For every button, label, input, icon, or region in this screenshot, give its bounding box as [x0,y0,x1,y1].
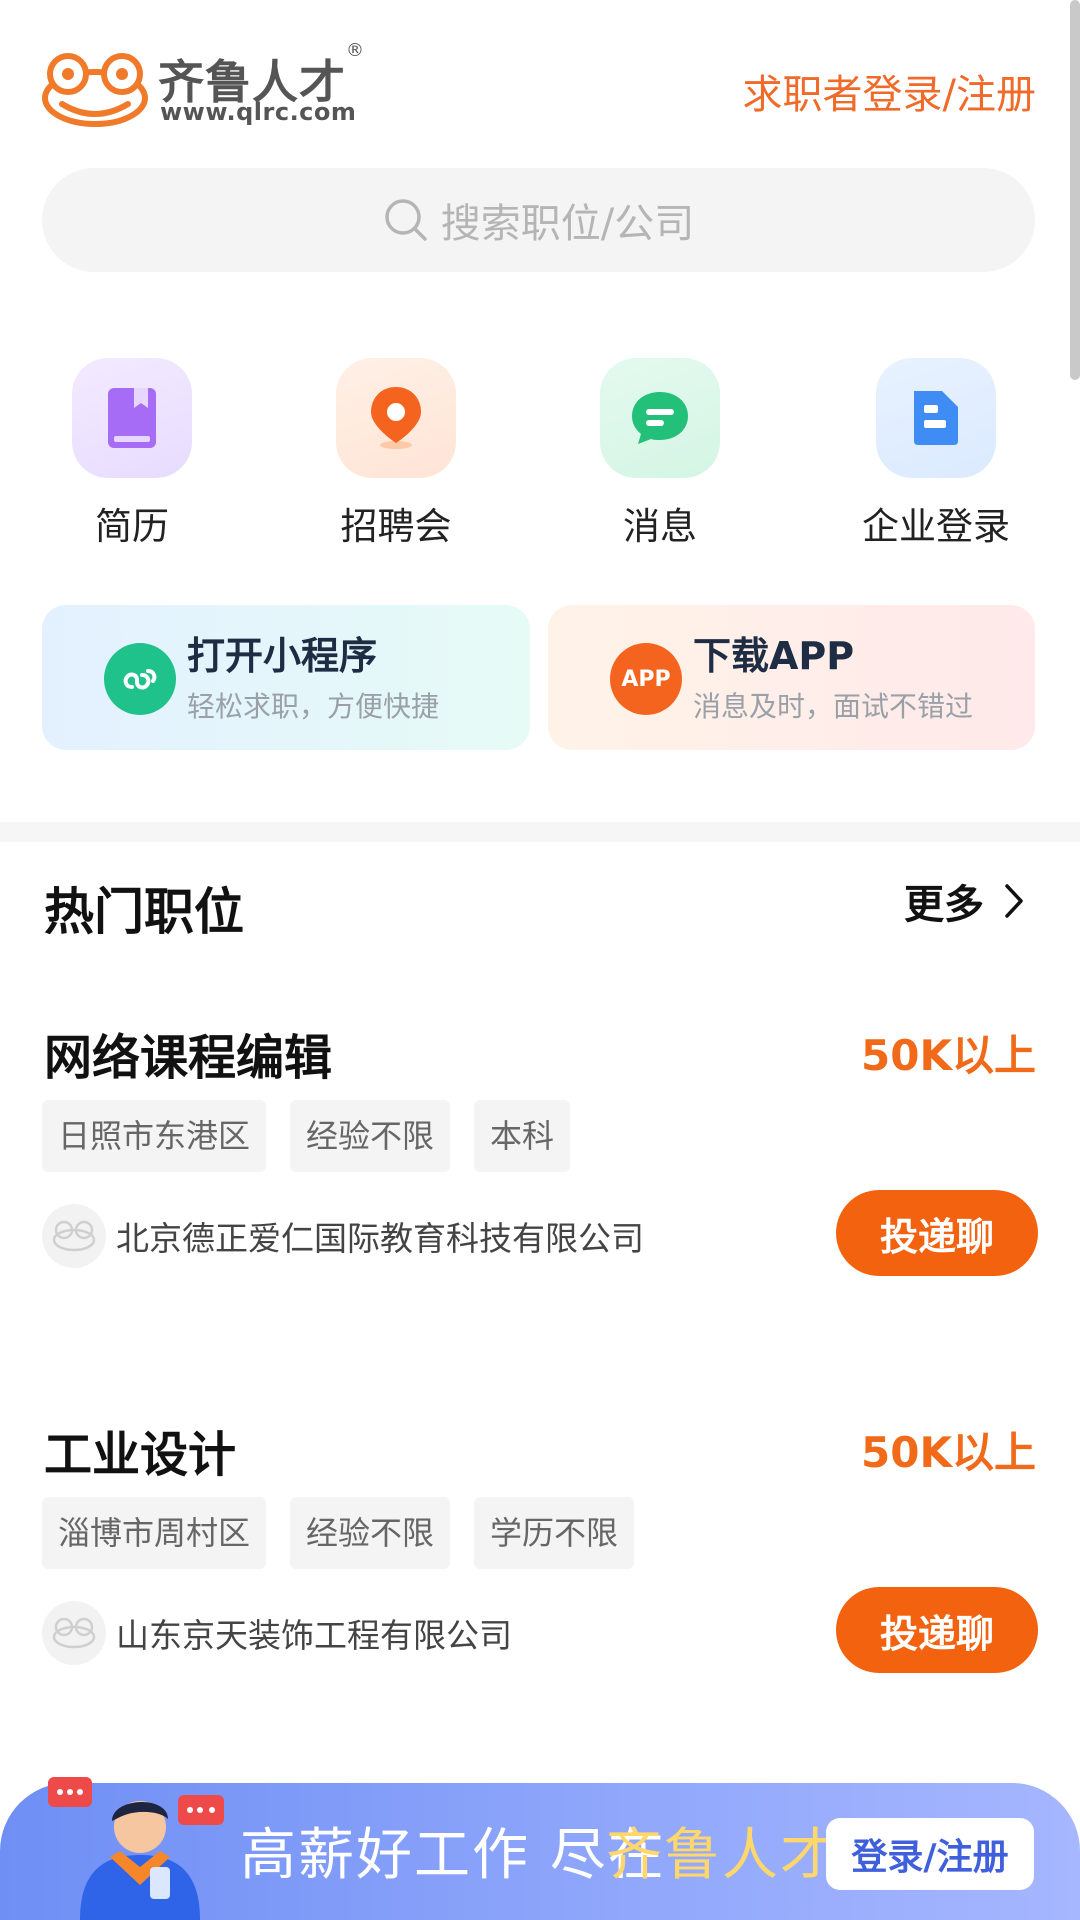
job-salary: 50K以上 [861,1428,1036,1477]
mini-program-title: 打开小程序 [187,634,378,678]
frog-placeholder-icon [52,1617,96,1649]
app-badge-text: APP [621,666,671,692]
company-name: 北京德正爱仁国际教育科技有限公司 [116,1219,644,1258]
download-app-subtitle: 消息及时，面试不错过 [693,690,974,723]
mini-program-subtitle: 轻松求职，方便快捷 [187,690,440,723]
quick-link-job-fair[interactable]: 招聘会 [296,358,496,550]
experience-tag: 经验不限 [290,1497,451,1569]
education-tag: 学历不限 [474,1497,635,1569]
search-input[interactable]: 搜索职位/公司 [42,168,1035,272]
banner-brand: 齐鲁人才 [606,1823,838,1888]
company-avatar [42,1204,106,1268]
resume-book-icon [108,388,156,448]
education-tag: 本科 [474,1100,571,1172]
quick-link-label: 企业登录 [862,505,1010,548]
download-app-card[interactable]: APP 下载APP 消息及时，面试不错过 [548,605,1035,750]
section-divider [0,822,1080,842]
frog-logo-icon [42,53,148,127]
job-tags: 日照市东港区 经验不限 本科 [42,1100,594,1172]
quick-link-messages[interactable]: 消息 [560,358,760,550]
person-with-phone-illustration [48,1777,224,1920]
open-mini-program-card[interactable]: 打开小程序 轻松求职，方便快捷 [42,605,530,750]
job-card[interactable]: 网络课程编辑 50K以上 日照市东港区 经验不限 本科 北京德正爱仁国际教育科技… [0,1018,1080,1318]
company-row[interactable]: 山东京天装饰工程有限公司 [42,1601,512,1665]
chevron-right-icon [1005,884,1023,918]
search-placeholder: 搜索职位/公司 [440,201,695,247]
quick-link-label: 招聘会 [340,505,452,548]
more-button[interactable]: 更多 [904,872,1024,930]
location-pin-icon [371,387,421,449]
mini-program-glyph-icon [123,669,157,690]
search-icon [385,199,427,241]
quick-links: 简历 招聘会 消息 企业登录 [0,358,1080,548]
enterprise-icon [914,391,958,445]
location-tag: 日照市东港区 [42,1100,267,1172]
enterprise-tile [876,358,996,478]
more-label: 更多 [904,882,984,928]
scrollbar-thumb[interactable] [1070,0,1080,380]
quick-link-label: 简历 [95,505,169,548]
experience-tag: 经验不限 [290,1100,451,1172]
job-salary: 50K以上 [861,1031,1036,1080]
location-tag: 淄博市周村区 [42,1497,267,1569]
resume-tile [72,358,192,478]
job-title: 工业设计 [44,1427,237,1483]
job-title: 网络课程编辑 [44,1030,333,1086]
hot-jobs-title: 热门职位 [44,883,244,941]
quick-link-enterprise-login[interactable]: 企业登录 [836,358,1036,550]
site-logo[interactable]: 齐鲁人才 ® www.qlrc.com [40,38,370,128]
mini-program-icon [104,643,176,715]
frog-placeholder-icon [52,1220,96,1252]
company-row[interactable]: 北京德正爱仁国际教育科技有限公司 [42,1204,644,1268]
app-badge-icon: APP [610,643,682,715]
company-avatar [42,1601,106,1665]
company-name: 山东京天装饰工程有限公司 [116,1616,512,1655]
job-card[interactable]: 工业设计 50K以上 淄博市周村区 经验不限 学历不限 山东京天装饰工程有限公司… [0,1415,1080,1715]
quick-link-resume[interactable]: 简历 [32,358,232,550]
banner-slogan: 高薪好工作 尽在 [240,1823,666,1888]
download-app-title: 下载APP [693,634,855,678]
apply-chat-button[interactable]: 投递聊 [836,1587,1038,1673]
job-fair-tile [336,358,456,478]
registered-mark: ® [346,40,364,61]
banner-login-register-button[interactable]: 登录/注册 [826,1818,1034,1890]
apply-chat-button[interactable]: 投递聊 [836,1190,1038,1276]
header: 齐鲁人才 ® www.qlrc.com 求职者登录/注册 [0,0,1080,150]
messages-tile [600,358,720,478]
jobseeker-login-link[interactable]: 求职者登录/注册 [743,62,1036,120]
logo-url: www.qlrc.com [160,98,357,126]
chat-bubble-icon [632,392,688,444]
job-tags: 淄博市周村区 经验不限 学历不限 [42,1497,658,1569]
quick-link-label: 消息 [623,505,697,548]
